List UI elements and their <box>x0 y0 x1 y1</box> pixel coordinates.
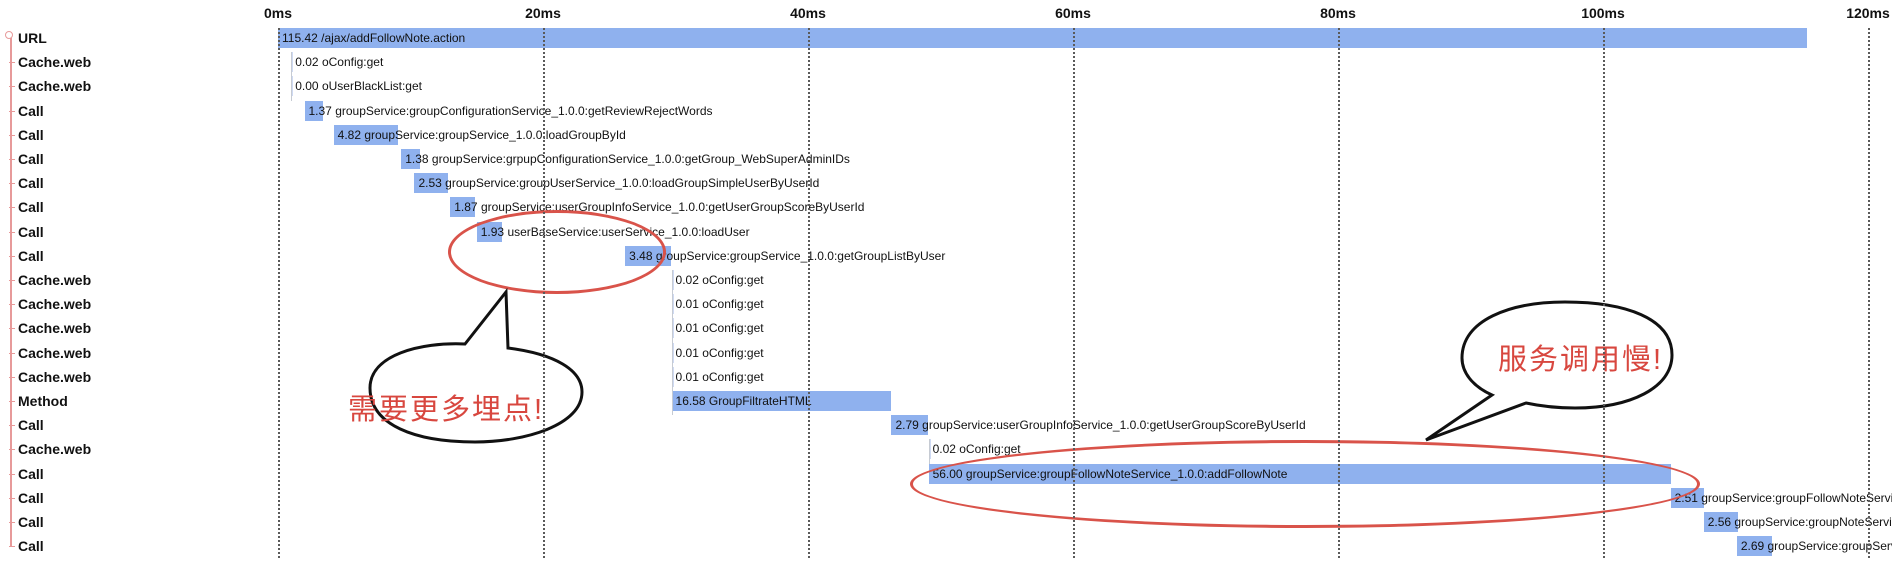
annotation-service-call-slow: 服务调用慢! <box>1498 344 1664 376</box>
span-label: 0.01 oConfig:get <box>675 345 764 360</box>
span-label: 0.01 oConfig:get <box>675 297 764 312</box>
axis-gridline <box>1073 28 1075 558</box>
span-label: 2.79 groupService:userGroupInfoService_1… <box>895 418 1306 433</box>
span-label: 0.01 oConfig:get <box>675 321 764 336</box>
span-label: 1.38 groupService:grpupConfigurationServ… <box>405 152 850 166</box>
span-label: 0.02 oConfig:get <box>295 55 384 70</box>
axis-gridline <box>1868 28 1870 558</box>
span-label: 0.02 oConfig:get <box>675 273 764 287</box>
span-label: 0.00 oUserBlackList:get <box>295 79 422 94</box>
highlight-ellipse-addfollownote <box>910 440 1700 528</box>
speech-bubble-left <box>368 287 584 444</box>
axis-gridline <box>1338 28 1340 558</box>
span-label: 2.53 groupService:groupUserService_1.0.0… <box>418 176 820 191</box>
axis-gridline <box>808 28 810 558</box>
axis-gridline <box>543 28 545 558</box>
axis-gridline <box>278 28 280 558</box>
span-connector <box>291 52 293 101</box>
span-label: 1.37 groupService:groupConfigurationServ… <box>308 103 713 118</box>
axis-gridline <box>1603 28 1605 558</box>
span-label: 3.48 groupService:groupService_1.0.0:get… <box>629 248 946 263</box>
span-connector <box>671 270 673 416</box>
span-label: 16.58 GroupFiltrateHTML <box>675 394 812 408</box>
span-connector <box>928 439 930 464</box>
span-label: 4.82 groupService:groupService_1.0.0:loa… <box>337 127 626 142</box>
span-label: 2.51 groupService:groupFollowNoteService… <box>1674 490 1892 505</box>
span-label: 115.42 /ajax/addFollowNote.action <box>282 31 466 45</box>
span-label: 0.01 oConfig:get <box>675 369 764 384</box>
span-bar[interactable] <box>278 28 1808 48</box>
annotation-need-more-points: 需要更多埋点! <box>348 394 545 426</box>
span-label: 2.56 groupService:groupNoteService_1.0.0… <box>1707 515 1892 529</box>
